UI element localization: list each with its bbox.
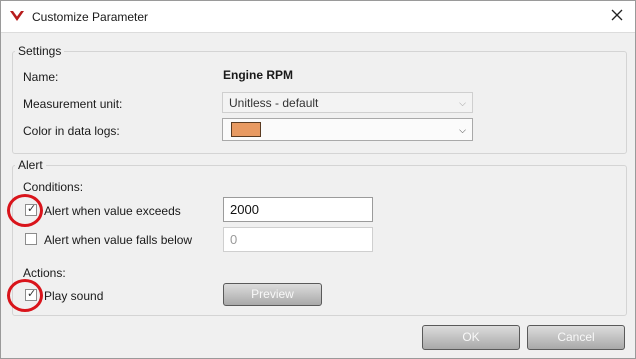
- measurement-unit-select[interactable]: Unitless - default ⌵: [222, 92, 473, 113]
- color-swatch: [231, 122, 261, 137]
- color-label: Color in data logs:: [23, 124, 120, 138]
- settings-legend: Settings: [18, 44, 62, 58]
- ok-button[interactable]: OK: [422, 325, 520, 350]
- check-icon: ✓: [27, 288, 37, 300]
- alert-legend: Alert: [18, 158, 43, 172]
- title-bar: Customize Parameter: [1, 1, 635, 33]
- measurement-unit-label: Measurement unit:: [23, 97, 123, 111]
- actions-label: Actions:: [23, 266, 66, 280]
- measurement-unit-value: Unitless - default: [229, 96, 319, 110]
- chevron-down-icon: ⌵: [459, 98, 466, 108]
- alert-exceeds-checkbox[interactable]: ✓: [25, 203, 37, 216]
- alert-exceeds-label: Alert when value exceeds: [44, 204, 181, 218]
- preview-button[interactable]: Preview: [223, 283, 322, 306]
- name-label: Name:: [23, 70, 59, 84]
- color-select[interactable]: ⌵: [222, 118, 473, 141]
- alert-exceeds-input[interactable]: [223, 197, 373, 222]
- close-icon[interactable]: [609, 7, 625, 23]
- cancel-button[interactable]: Cancel: [527, 325, 625, 350]
- play-sound-label: Play sound: [44, 289, 104, 303]
- alert-falls-below-label: Alert when value falls below: [44, 233, 193, 247]
- alert-falls-below-input[interactable]: [223, 227, 373, 252]
- parameter-name-value: Engine RPM: [223, 68, 294, 82]
- app-logo-icon: [9, 10, 25, 25]
- customize-parameter-dialog: Customize Parameter Settings Name: Engin…: [0, 0, 636, 359]
- play-sound-checkbox[interactable]: ✓: [25, 288, 37, 301]
- conditions-label: Conditions:: [23, 180, 84, 194]
- alert-falls-below-checkbox[interactable]: [25, 233, 37, 245]
- chevron-down-icon: ⌵: [459, 125, 466, 135]
- window-title: Customize Parameter: [32, 10, 149, 24]
- check-icon: ✓: [27, 203, 37, 215]
